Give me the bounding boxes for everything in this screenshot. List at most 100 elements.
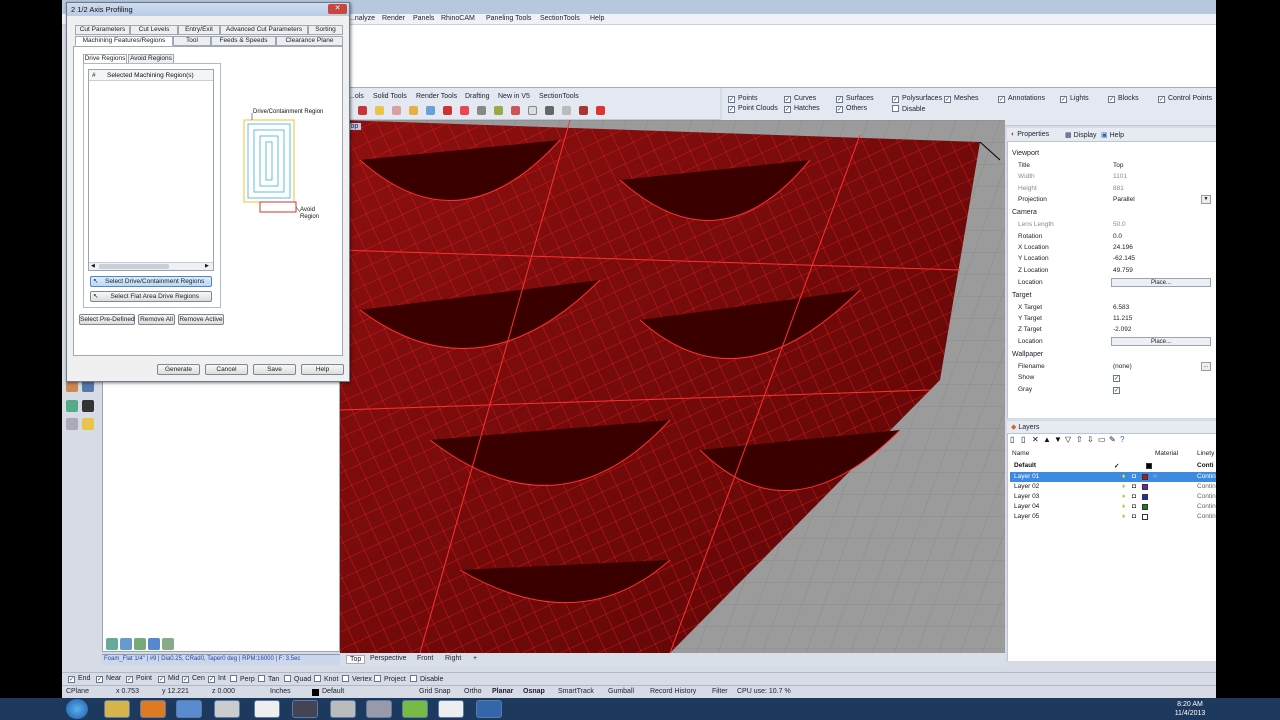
list-scrollbar[interactable]: ◀ ▶ — [89, 262, 213, 270]
z-target-field[interactable]: -2.092 — [1113, 326, 1131, 333]
x-location-field[interactable]: 24.196 — [1113, 244, 1133, 251]
record-history-toggle[interactable]: Record History — [650, 688, 696, 695]
filter-surfaces[interactable]: ✓ Surfaces — [836, 95, 874, 103]
menu-sectiontools[interactable]: SectionTools — [540, 15, 580, 22]
explorer-icon[interactable] — [104, 700, 130, 718]
layer-row[interactable]: Layer 03 ♦ ◘ Contin — [1010, 492, 1216, 502]
settings-icon[interactable] — [562, 106, 571, 115]
spotlight-icon[interactable] — [409, 106, 418, 115]
machine-icon[interactable] — [106, 638, 118, 650]
camera-icon[interactable] — [511, 106, 520, 115]
tools-icon[interactable]: ✎ — [1109, 435, 1116, 444]
target-place-button[interactable]: Place... — [1111, 337, 1211, 346]
menu-render[interactable]: Render — [382, 15, 405, 22]
osnap-point[interactable]: ✓ Point — [126, 675, 152, 683]
delete-icon[interactable]: ✕ — [1032, 435, 1039, 444]
chrome-icon[interactable] — [176, 700, 202, 718]
osnap-knot[interactable]: Knot — [314, 675, 338, 683]
tab-clearance-plane[interactable]: Clearance Plane — [276, 36, 343, 46]
rhino-icon[interactable] — [214, 700, 240, 718]
tab-display[interactable]: ▦ Display — [1065, 131, 1097, 139]
tab-properties[interactable]: ◐ Properties — [1011, 131, 1049, 138]
tab-tool[interactable]: Tool — [173, 36, 211, 46]
check-icon[interactable] — [66, 400, 78, 412]
move-down-icon[interactable]: ▼ — [1054, 435, 1062, 444]
rotation-field[interactable]: 0.0 — [1113, 233, 1122, 240]
cancel-button[interactable]: Cancel — [205, 364, 248, 375]
layer-row[interactable]: Default ✓ Conti — [1010, 461, 1216, 471]
help-button[interactable]: Help — [301, 364, 344, 375]
filter-hatches[interactable]: ✓ Hatches — [784, 105, 820, 113]
warning-icon[interactable] — [82, 418, 94, 430]
osnap-toggle[interactable]: Osnap — [523, 688, 545, 695]
osnap-cen[interactable]: ✓ Cen — [182, 675, 205, 683]
filter-point-clouds[interactable]: ✓ Point Clouds — [728, 105, 778, 113]
render-window-icon[interactable] — [528, 106, 537, 115]
ground-plane-icon[interactable] — [477, 106, 486, 115]
gray-checkbox[interactable]: ✓ — [1113, 386, 1123, 394]
close-icon[interactable]: ✕ — [328, 4, 347, 14]
acrobat-icon[interactable] — [476, 700, 502, 718]
tab-advanced-cut-parameters[interactable]: Advanced Cut Parameters — [220, 25, 308, 35]
add-viewport-tab-icon[interactable]: + — [470, 655, 480, 662]
select-flat-area-button[interactable]: ↖ Select Flat Area Drive Regions — [90, 291, 212, 302]
group-icon[interactable] — [66, 418, 78, 430]
dialog-titlebar[interactable]: 2 1/2 Axis Profiling — [67, 3, 349, 16]
tab-cut-levels[interactable]: Cut Levels — [130, 25, 178, 35]
filter-others[interactable]: ✓ Others — [836, 105, 867, 113]
filter-points[interactable]: ✓ Points — [728, 95, 757, 103]
viewport-tab-top[interactable]: Top — [346, 655, 366, 664]
material-icon[interactable] — [392, 106, 401, 115]
output-icon[interactable] — [579, 106, 588, 115]
menu-paneling-tools[interactable]: Paneling Tools — [486, 15, 531, 22]
remove-active-button[interactable]: Remove Active — [178, 314, 224, 325]
start-button[interactable] — [66, 699, 88, 719]
filter-toggle[interactable]: Filter — [712, 688, 728, 695]
viewport-tab-right[interactable]: Right — [442, 655, 464, 662]
scroll-right-icon[interactable]: ▶ — [205, 263, 209, 269]
osnap-perp[interactable]: Perp — [230, 675, 255, 683]
ortho-toggle[interactable]: Ortho — [464, 688, 482, 695]
projection-select[interactable]: Parallel — [1113, 196, 1135, 203]
new-sublayer-icon[interactable]: ▯ — [1021, 435, 1025, 444]
rhino-cam-icon[interactable] — [330, 700, 356, 718]
tab-drafting[interactable]: Drafting — [462, 93, 493, 100]
light-icon[interactable] — [375, 106, 384, 115]
filter-control-points[interactable]: ✓ Control Points — [1158, 95, 1212, 103]
select-drive-regions-button[interactable]: ↖ Select Drive/Containment Regions — [90, 276, 212, 287]
rhinocam-browser-panel[interactable] — [102, 380, 340, 652]
help-icon[interactable]: ? — [1120, 435, 1124, 444]
menu-help[interactable]: Help — [590, 15, 604, 22]
remove-all-button[interactable]: Remove All — [138, 314, 175, 325]
planar-toggle[interactable]: Planar — [492, 688, 513, 695]
filter-polysurfaces[interactable]: ✓ Polysurfaces — [892, 95, 942, 103]
stock-icon[interactable] — [120, 638, 132, 650]
osnap-disable[interactable]: Disable — [410, 675, 443, 683]
filter-icon[interactable]: ▽ — [1065, 435, 1071, 444]
camera-place-button[interactable]: Place... — [1111, 278, 1211, 287]
layer-up-icon[interactable]: ⇧ — [1076, 435, 1083, 444]
x-target-field[interactable]: 6.583 — [1113, 304, 1129, 311]
filename-field[interactable]: (none) — [1113, 363, 1132, 370]
notepad-icon[interactable] — [366, 700, 392, 718]
osnap-near[interactable]: ✓ Near — [96, 675, 121, 683]
system-clock[interactable]: 8:20 AM 11/4/2013 — [1160, 700, 1220, 718]
layer-row[interactable]: Layer 05 ♦ ◘ Contin — [1010, 512, 1216, 522]
tab-render-tools[interactable]: Render Tools — [413, 93, 460, 100]
tab-sorting[interactable]: Sorting — [308, 25, 343, 35]
tab-entry-exit[interactable]: Entry/Exit — [178, 25, 220, 35]
layers-tab-label[interactable]: ◆ Layers — [1011, 423, 1039, 431]
layer-down-icon[interactable]: ⇩ — [1087, 435, 1094, 444]
osnap-vertex[interactable]: Vertex — [342, 675, 372, 683]
capture-icon[interactable] — [545, 106, 554, 115]
viewport-tab-front[interactable]: Front — [414, 655, 436, 662]
tab-cut-parameters[interactable]: Cut Parameters — [75, 25, 130, 35]
regions-list[interactable]: # Selected Machining Region(s) — [88, 69, 214, 271]
filter-annotations[interactable]: ✓ Annotations — [998, 95, 1045, 103]
post-icon[interactable] — [162, 638, 174, 650]
sun-icon[interactable] — [460, 106, 469, 115]
menu-rhinocam[interactable]: RhinoCAM — [441, 15, 475, 22]
texture-icon[interactable] — [443, 106, 452, 115]
browse-button[interactable]: ... — [1201, 362, 1211, 371]
osnap-int[interactable]: ✓ Int — [208, 675, 226, 683]
